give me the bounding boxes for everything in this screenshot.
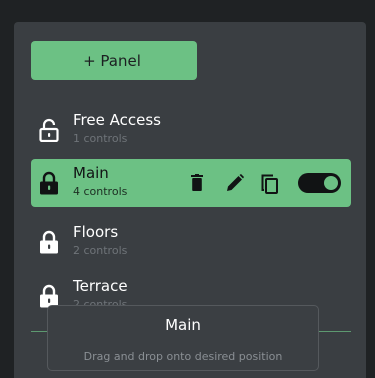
panel-title: Floors [73, 223, 119, 241]
add-panel-label: + Panel [83, 51, 141, 70]
drag-tooltip: Main Drag and drop onto desired position [47, 305, 319, 371]
panel-visibility-toggle[interactable] [298, 173, 341, 193]
panel-item-floors[interactable]: Floors 2 controls [31, 218, 351, 266]
panel-item-main[interactable]: Main 4 controls [31, 159, 351, 207]
add-panel-button[interactable]: + Panel [31, 41, 197, 80]
pencil-icon[interactable] [226, 174, 244, 192]
lock-icon [40, 230, 58, 254]
panel-subtitle: 4 controls [73, 185, 128, 198]
panel-subtitle: 2 controls [73, 244, 128, 257]
toggle-knob [324, 176, 338, 190]
panel-title: Free Access [73, 111, 161, 129]
tooltip-hint: Drag and drop onto desired position [83, 350, 283, 363]
panel-title: Terrace [73, 277, 128, 295]
tooltip-title: Main [165, 316, 201, 334]
lock-icon [40, 171, 58, 195]
panel-title: Main [73, 164, 109, 182]
panel-subtitle: 1 controls [73, 132, 128, 145]
trash-icon[interactable] [191, 174, 203, 191]
copy-icon[interactable] [261, 174, 278, 194]
panel-item-free-access[interactable]: Free Access 1 controls [31, 106, 351, 154]
unlock-icon [39, 118, 59, 142]
